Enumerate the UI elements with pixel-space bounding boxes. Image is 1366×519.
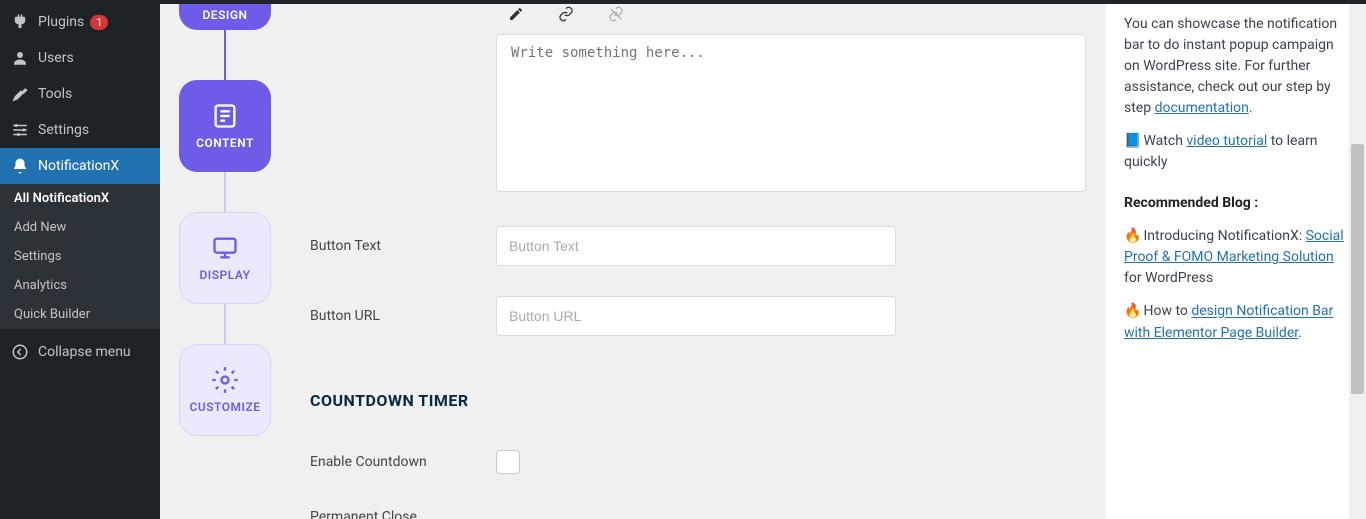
plugin-icon (10, 12, 30, 32)
button-url-input[interactable] (496, 296, 896, 336)
display-icon (211, 234, 239, 262)
content-icon (211, 102, 239, 130)
step-display[interactable]: DISPLAY (179, 212, 271, 304)
sidebar-item-label: Settings (38, 122, 89, 138)
blog-2: 🔥 How to design Notification Bar with El… (1124, 301, 1348, 343)
collapse-icon (10, 342, 30, 362)
button-text-row: Button Text (310, 226, 1086, 266)
step-label: DESIGN (202, 8, 247, 22)
admin-sidebar: Plugins 1 Users Tools Settings Notificat… (0, 0, 160, 519)
step-customize[interactable]: CUSTOMIZE (179, 344, 271, 436)
plugin-badge: 1 (90, 15, 108, 30)
content-editor[interactable] (496, 34, 1086, 192)
step-label: CUSTOMIZE (189, 400, 260, 414)
permanent-close-row: Permanent Close (310, 509, 1086, 519)
enable-countdown-checkbox[interactable] (496, 450, 520, 474)
pencil-icon[interactable] (506, 4, 526, 24)
vertical-scrollbar[interactable] (1349, 4, 1366, 519)
sidebar-item-label: Users (38, 50, 74, 66)
bell-icon (10, 156, 30, 176)
submenu-analytics[interactable]: Analytics (0, 271, 160, 300)
button-url-row: Button URL (310, 296, 1086, 336)
documentation-link[interactable]: documentation (1155, 100, 1249, 116)
countdown-title: COUNTDOWN TIMER (310, 391, 1086, 410)
blog-1: 🔥 Introducing NotificationX: Social Proo… (1124, 226, 1348, 289)
form-content: Button Text Button URL COUNTDOWN TIMER E… (290, 0, 1106, 519)
editor-toolbar (496, 0, 1086, 34)
video-tutorial-link[interactable]: video tutorial (1186, 133, 1267, 149)
step-content[interactable]: CONTENT (179, 80, 271, 172)
step-connector (224, 30, 226, 80)
collapse-menu[interactable]: Collapse menu (0, 334, 160, 370)
steps-column: DESIGN CONTENT DISPLAY CUSTOMIZE (160, 0, 290, 519)
permanent-close-label: Permanent Close (310, 509, 496, 519)
sidebar-item-notificationx[interactable]: NotificationX (0, 148, 160, 184)
submenu-settings[interactable]: Settings (0, 242, 160, 271)
step-design[interactable]: DESIGN (179, 0, 271, 30)
fire-icon: 🔥 (1124, 301, 1140, 322)
step-label: DISPLAY (199, 268, 250, 282)
help-intro: You can showcase the notification bar to… (1124, 14, 1348, 119)
submenu-add-new[interactable]: Add New (0, 213, 160, 242)
step-label: CONTENT (196, 136, 254, 150)
admin-topbar (0, 0, 1366, 4)
collapse-label: Collapse menu (38, 344, 131, 360)
sidebar-item-plugins[interactable]: Plugins 1 (0, 4, 160, 40)
enable-countdown-row: Enable Countdown (310, 450, 1086, 474)
link-icon[interactable] (556, 4, 576, 24)
play-icon: 📘 (1124, 131, 1140, 152)
button-url-label: Button URL (310, 308, 496, 324)
unlink-icon[interactable] (606, 4, 626, 24)
fire-icon: 🔥 (1124, 226, 1140, 247)
enable-countdown-label: Enable Countdown (310, 454, 496, 470)
step-connector (224, 304, 226, 344)
help-panel: You can showcase the notification bar to… (1106, 0, 1366, 519)
settings-icon (10, 120, 30, 140)
sidebar-item-users[interactable]: Users (0, 40, 160, 76)
recommended-title: Recommended Blog : (1124, 193, 1348, 214)
sidebar-item-label: Plugins (38, 14, 84, 30)
submenu-quick-builder[interactable]: Quick Builder (0, 300, 160, 329)
customize-icon (211, 366, 239, 394)
sidebar-item-tools[interactable]: Tools (0, 76, 160, 112)
help-video: 📘 Watch video tutorial to learn quickly (1124, 131, 1348, 173)
sidebar-item-settings[interactable]: Settings (0, 112, 160, 148)
button-text-input[interactable] (496, 226, 896, 266)
scrollbar-thumb[interactable] (1351, 144, 1364, 394)
sidebar-item-label: NotificationX (38, 158, 119, 174)
tools-icon (10, 84, 30, 104)
users-icon (10, 48, 30, 68)
step-connector (224, 172, 226, 212)
sidebar-submenu: All NotificationX Add New Settings Analy… (0, 184, 160, 329)
main-content: DESIGN CONTENT DISPLAY CUSTOMIZE (160, 0, 1366, 519)
submenu-all-notificationx[interactable]: All NotificationX (0, 184, 160, 213)
sidebar-item-label: Tools (38, 86, 72, 102)
button-text-label: Button Text (310, 238, 496, 254)
